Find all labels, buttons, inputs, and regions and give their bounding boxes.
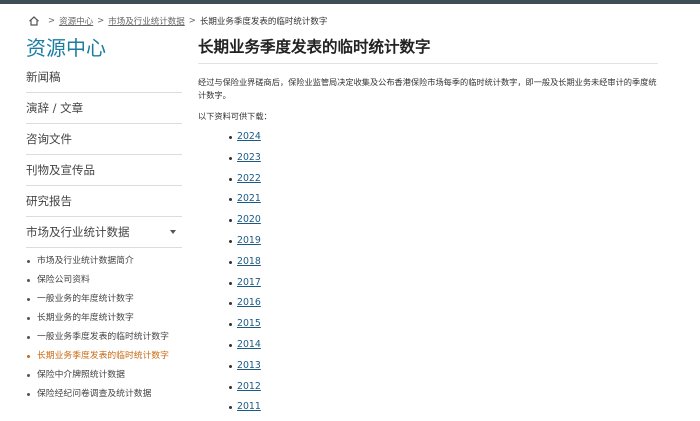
year-link-2023[interactable]: 2023 [237,152,261,163]
list-item: 2019 [198,234,658,255]
year-download-list: 2024 2023 2022 2021 2020 2019 2018 2017 … [198,130,658,421]
sidebar-subitem-introduction[interactable]: 市场及行业统计数据简介 [26,256,182,267]
list-item: 2023 [198,151,658,172]
sidebar-subitem-general-quarterly[interactable]: 一般业务季度发表的临时统计数字 [26,332,182,343]
year-link-2015[interactable]: 2015 [237,318,261,329]
sidebar-title[interactable]: 资源中心 [26,36,182,60]
list-item: 2017 [198,276,658,297]
list-item: 2012 [198,380,658,401]
list-item: 2013 [198,359,658,380]
sidebar-item-consultation-papers[interactable]: 咨询文件 [26,124,182,155]
year-link-2020[interactable]: 2020 [237,214,261,225]
breadcrumb: > 资源中心 > 市场及行业统计数据 > 长期业务季度发表的临时统计数字 [28,13,327,29]
sidebar-subitem-long-term-quarterly[interactable]: 长期业务季度发表的临时统计数字 [26,351,182,362]
sidebar-subitem-broker-survey[interactable]: 保险经纪问卷调查及统计数据 [26,389,182,400]
list-item: 2024 [198,130,658,151]
sidebar-item-label: 市场及行业统计数据 [26,225,130,239]
sidebar: 资源中心 新闻稿 演辞 / 文章 咨询文件 刊物及宣传品 研究报告 市场及行业统… [26,36,182,408]
breadcrumb-link-resource-centre[interactable]: 资源中心 [59,15,93,27]
download-heading: 以下资料可供下载： [198,111,272,121]
sidebar-subitem-long-term-annual[interactable]: 长期业务的年度统计数字 [26,313,182,324]
year-link-2014[interactable]: 2014 [237,339,261,350]
year-link-2012[interactable]: 2012 [237,381,261,392]
list-item: 2020 [198,213,658,234]
list-item: 2014 [198,338,658,359]
year-link-2019[interactable]: 2019 [237,235,261,246]
year-link-2017[interactable]: 2017 [237,277,261,288]
caret-down-icon[interactable] [170,230,176,234]
sidebar-item-speeches-articles[interactable]: 演辞 / 文章 [26,93,182,124]
breadcrumb-separator: > [48,16,56,26]
sidebar-item-publications[interactable]: 刊物及宣传品 [26,155,182,186]
page-title: 长期业务季度发表的临时统计数字 [198,36,658,64]
breadcrumb-separator: > [188,16,196,26]
year-link-2021[interactable]: 2021 [237,193,261,204]
home-icon[interactable] [28,15,40,27]
breadcrumb-separator: > [97,16,105,26]
sidebar-subitem-intermediary-licensing[interactable]: 保险中介牌照统计数据 [26,370,182,381]
breadcrumb-link-market-statistics[interactable]: 市场及行业统计数据 [108,15,185,27]
year-link-2013[interactable]: 2013 [237,360,261,371]
year-link-2024[interactable]: 2024 [237,131,261,142]
main-content: 长期业务季度发表的临时统计数字 经过与保险业界磋商后，保险业监管局决定收集及公布… [198,36,658,421]
list-item: 2022 [198,172,658,193]
sidebar-item-press-releases[interactable]: 新闻稿 [26,62,182,93]
sidebar-subitem-insurer-info[interactable]: 保险公司资料 [26,275,182,286]
sidebar-item-research-reports[interactable]: 研究报告 [26,186,182,217]
sidebar-sub-list: 市场及行业统计数据简介 保险公司资料 一般业务的年度统计数字 长期业务的年度统计… [26,256,182,400]
year-link-2022[interactable]: 2022 [237,173,261,184]
year-link-2016[interactable]: 2016 [237,297,261,308]
breadcrumb-current: 长期业务季度发表的临时统计数字 [199,17,328,27]
list-item: 2016 [198,296,658,317]
list-item: 2015 [198,317,658,338]
intro-paragraph: 经过与保险业界磋商后，保险业监管局决定收集及公布香港保险市场每季的临时统计数字，… [198,77,657,100]
top-bar [0,0,700,4]
sidebar-item-market-statistics[interactable]: 市场及行业统计数据 [26,217,182,248]
list-item: 2021 [198,192,658,213]
sidebar-subitem-general-annual[interactable]: 一般业务的年度统计数字 [26,294,182,305]
year-link-2018[interactable]: 2018 [237,256,261,267]
list-item: 2018 [198,255,658,276]
